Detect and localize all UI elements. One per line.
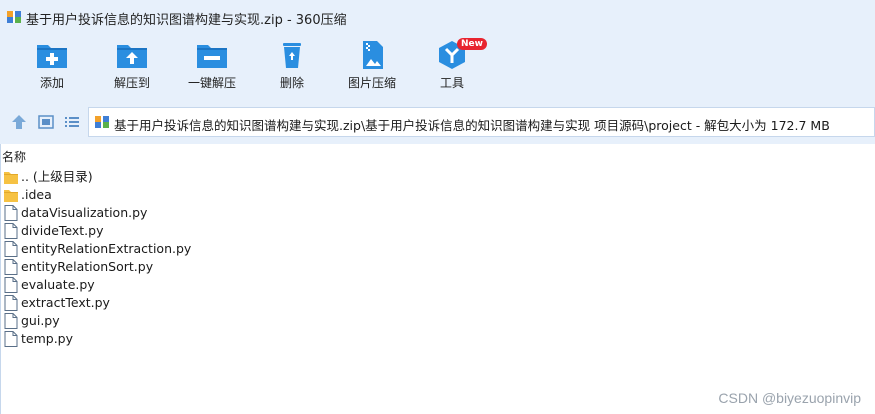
file-icon <box>4 277 18 293</box>
column-header-name[interactable]: 名称 <box>2 148 26 165</box>
add-label: 添加 <box>39 76 64 90</box>
extract-to-label: 解压到 <box>113 76 150 90</box>
file-icon <box>4 295 18 311</box>
tools-label: 工具 <box>439 76 464 90</box>
file-icon <box>4 331 18 347</box>
file-name: gui.py <box>21 313 60 328</box>
delete-button[interactable]: 删除 <box>257 40 327 98</box>
file-icon <box>4 205 18 221</box>
add-folder-icon <box>37 45 67 68</box>
zip-image-icon <box>363 41 383 69</box>
toolbar: 添加 解压到 一键解压 删除 图片压缩 New 工具 <box>0 34 875 100</box>
address-bar[interactable]: 基于用户投诉信息的知识图谱构建与实现.zip\基于用户投诉信息的知识图谱构建与实… <box>88 107 875 137</box>
file-name: divideText.py <box>21 223 104 238</box>
file-name: evaluate.py <box>21 277 95 292</box>
file-name: extractText.py <box>21 295 110 310</box>
file-list: 名称 .. (上级目录) .idea dataVisualization.py div… <box>0 144 875 414</box>
archive-app-icon <box>7 11 21 23</box>
one-click-extract-icon <box>197 45 227 68</box>
file-name: .idea <box>21 187 52 202</box>
file-name: dataVisualization.py <box>21 205 148 220</box>
watermark: CSDN @biyezuopinvip <box>718 390 861 406</box>
folder-icon <box>4 190 18 202</box>
image-compress-button[interactable]: 图片压缩 <box>337 40 407 98</box>
folder-icon <box>4 172 18 184</box>
file-icon <box>4 259 18 275</box>
extract-to-button[interactable]: 解压到 <box>97 40 167 98</box>
address-row: 基于用户投诉信息的知识图谱构建与实现.zip\基于用户投诉信息的知识图谱构建与实… <box>0 100 875 144</box>
file-icon <box>4 223 18 239</box>
window-title: 基于用户投诉信息的知识图谱构建与实现.zip - 360压缩 <box>26 13 347 28</box>
address-path: 基于用户投诉信息的知识图谱构建与实现.zip\基于用户投诉信息的知识图谱构建与实… <box>114 118 830 133</box>
tools-button[interactable]: New 工具 <box>417 38 487 98</box>
archive-icon <box>95 116 109 128</box>
add-button[interactable]: 添加 <box>17 40 87 98</box>
up-arrow-icon[interactable] <box>10 113 28 131</box>
file-name: entityRelationSort.py <box>21 259 154 274</box>
thumbnail-view-icon[interactable] <box>37 113 55 131</box>
recycle-bin-icon <box>283 43 301 68</box>
one-click-extract-button[interactable]: 一键解压 <box>177 40 247 98</box>
extract-folder-icon <box>117 45 147 68</box>
file-icon <box>4 313 18 329</box>
title-bar: 基于用户投诉信息的知识图谱构建与实现.zip - 360压缩 <box>0 0 875 34</box>
image-compress-label: 图片压缩 <box>347 76 396 90</box>
file-name: entityRelationExtraction.py <box>21 241 192 256</box>
new-badge: New <box>457 38 487 50</box>
file-name: .. (上级目录) <box>21 169 93 184</box>
one-click-extract-label: 一键解压 <box>187 76 236 90</box>
list-view-icon[interactable] <box>63 113 81 131</box>
file-name: temp.py <box>21 331 74 346</box>
delete-label: 删除 <box>279 76 304 90</box>
file-icon <box>4 241 18 257</box>
